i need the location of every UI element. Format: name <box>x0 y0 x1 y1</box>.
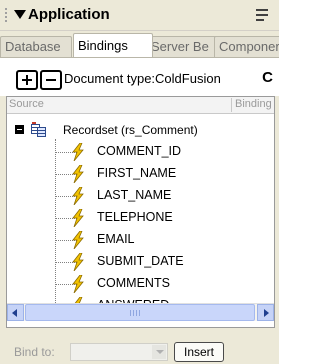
lightning-bolt-icon <box>72 143 84 161</box>
chevron-left-icon <box>12 309 17 317</box>
column-source[interactable]: Source <box>9 98 44 110</box>
field-row[interactable]: COMMENTS <box>7 273 274 295</box>
scroll-left-button[interactable] <box>7 304 24 321</box>
field-row[interactable]: TELEPHONE <box>7 207 274 229</box>
bindings-toolbar: Document type:ColdFusion C <box>0 58 279 96</box>
tab-strip: Database Bindings Server Be Componer <box>0 33 279 57</box>
column-separator[interactable] <box>231 98 232 112</box>
column-binding[interactable]: Binding <box>235 98 272 110</box>
remove-binding-button[interactable] <box>40 70 62 90</box>
field-label: SUBMIT_DATE <box>97 254 184 268</box>
bind-bar: Bind to: Insert <box>0 340 279 364</box>
recordset-icon <box>31 122 46 137</box>
chevron-right-icon <box>264 309 269 317</box>
lightning-bolt-icon <box>72 253 84 271</box>
lightning-bolt-icon <box>72 187 84 205</box>
field-label: COMMENTS <box>97 276 170 290</box>
field-row[interactable]: SUBMIT_DATE <box>7 251 274 273</box>
refresh-icon[interactable]: C <box>262 69 273 86</box>
scroll-right-button[interactable] <box>257 304 274 321</box>
field-label: EMAIL <box>97 232 135 246</box>
field-row[interactable]: COMMENT_ID <box>7 141 274 163</box>
chevron-down-icon <box>156 350 164 354</box>
field-label: TELEPHONE <box>97 210 173 224</box>
horizontal-scrollbar[interactable] <box>7 303 274 321</box>
lightning-bolt-icon <box>72 275 84 293</box>
minus-icon <box>46 79 56 81</box>
lightning-bolt-icon <box>72 209 84 227</box>
lightning-bolt-icon <box>72 231 84 249</box>
lightning-bolt-icon <box>72 165 84 183</box>
tab-database[interactable]: Database <box>0 36 72 57</box>
panel-title-bar[interactable]: Application <box>0 0 279 31</box>
field-row[interactable]: LAST_NAME <box>7 185 274 207</box>
recordset-label: Recordset (rs_Comment) <box>63 123 198 137</box>
bind-to-label: Bind to: <box>14 345 55 359</box>
panel-grip-icon[interactable] <box>4 8 9 22</box>
dropdown-button[interactable] <box>152 345 166 359</box>
field-label: FIRST_NAME <box>97 166 177 180</box>
plus-icon-stem <box>26 75 28 85</box>
bindings-list[interactable]: Source Binding Recordset (rs_Comment) CO… <box>6 96 275 328</box>
tab-bindings[interactable]: Bindings <box>73 33 153 57</box>
options-menu-icon[interactable] <box>256 9 270 21</box>
field-row[interactable]: EMAIL <box>7 229 274 251</box>
add-binding-button[interactable] <box>16 70 38 90</box>
scrollbar-thumb[interactable] <box>25 304 255 321</box>
bind-to-select[interactable] <box>70 343 168 361</box>
field-label: COMMENT_ID <box>97 144 182 158</box>
recordset-row[interactable]: Recordset (rs_Comment) <box>7 121 274 139</box>
field-label: LAST_NAME <box>97 188 172 202</box>
insert-button[interactable]: Insert <box>174 342 224 362</box>
collapse-arrow-icon[interactable] <box>14 10 26 19</box>
scrollbar-grip-icon <box>130 310 142 316</box>
tree-collapse-icon[interactable] <box>15 125 24 134</box>
document-type-label: Document type:ColdFusion <box>64 71 221 86</box>
panel-title: Application <box>28 6 110 23</box>
tab-components[interactable]: Componer <box>214 36 279 57</box>
application-panel: Application Database Bindings Server Be … <box>0 0 279 364</box>
column-header: Source Binding <box>7 97 274 114</box>
tab-server-behaviors[interactable]: Server Be <box>146 36 222 57</box>
field-row[interactable]: FIRST_NAME <box>7 163 274 185</box>
